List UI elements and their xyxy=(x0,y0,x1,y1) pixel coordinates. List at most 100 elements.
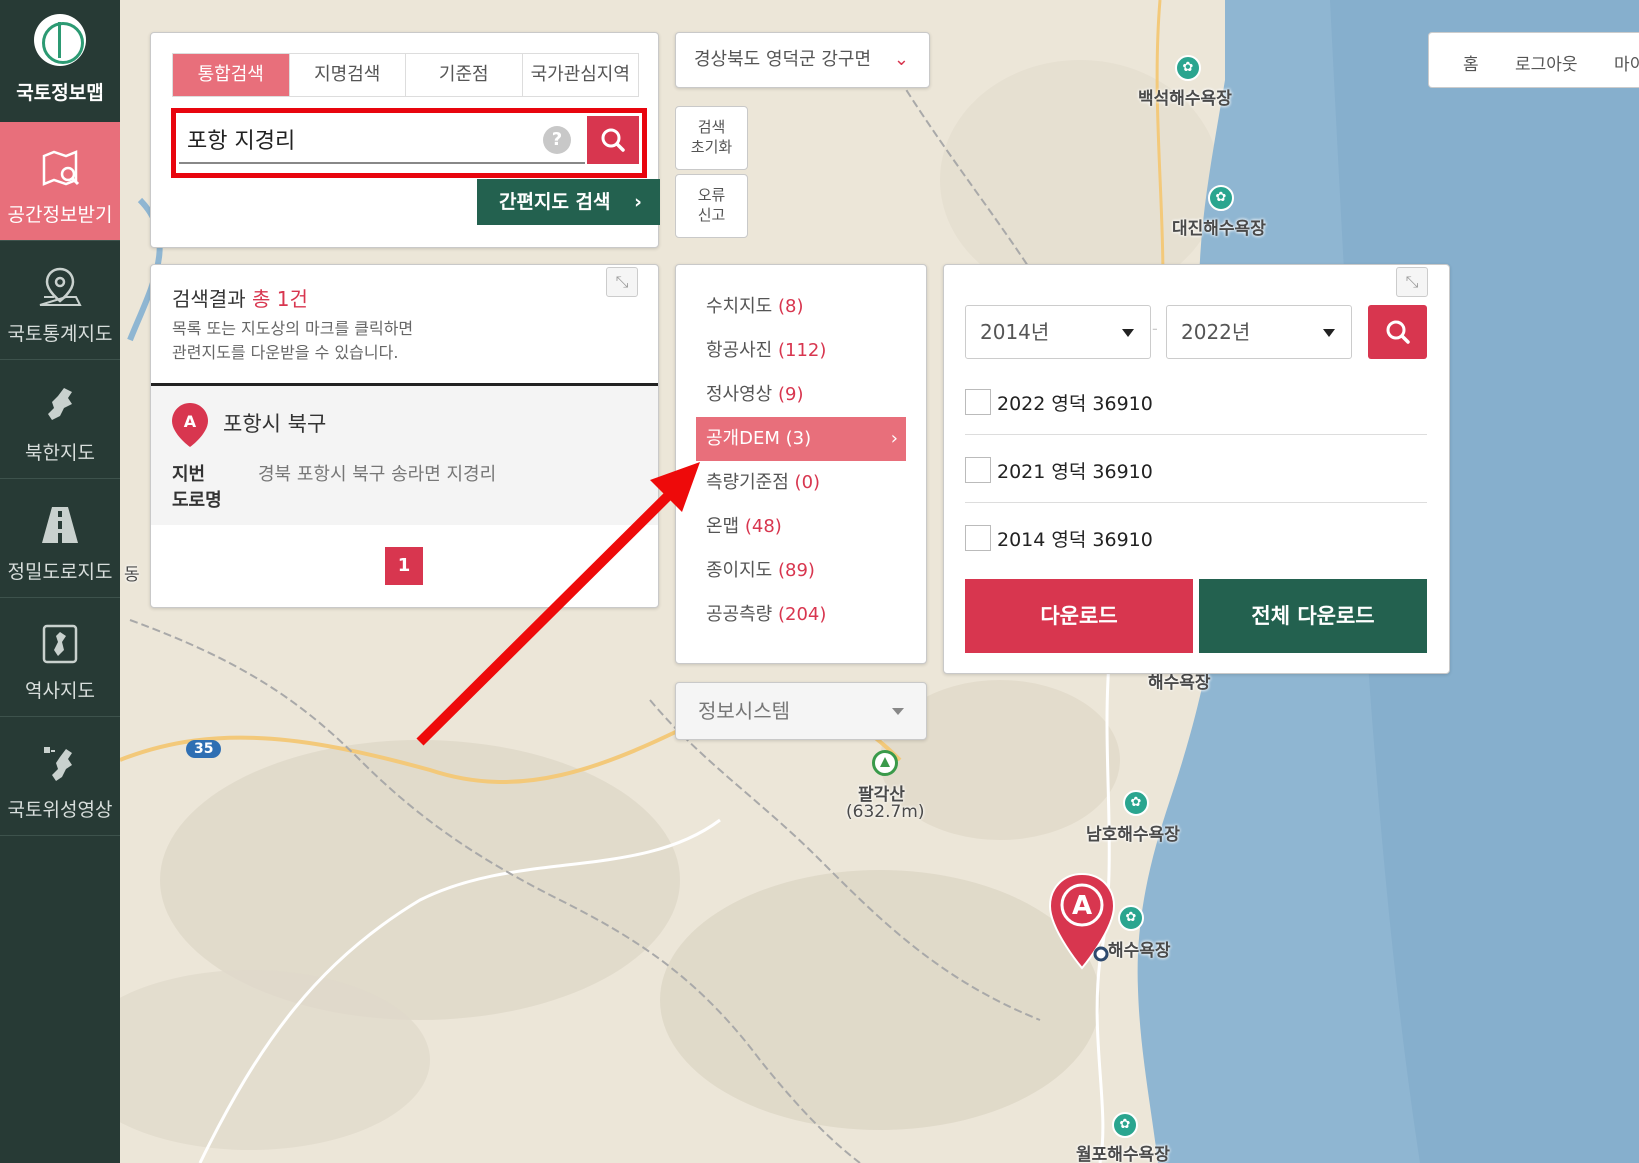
map-label-daejin: 대진해수욕장 xyxy=(1172,219,1266,239)
year-from-value: 2014년 xyxy=(980,320,1050,344)
map-label-baekseok: 백석해수욕장 xyxy=(1138,89,1232,109)
category-digital-map[interactable]: 수치지도 (8) xyxy=(696,285,906,329)
year-range-separator: - xyxy=(1152,319,1158,338)
road-name-label: 도로명 xyxy=(172,490,222,511)
satellite-image-icon xyxy=(38,743,82,783)
tab-integrated-search[interactable]: 통합검색 xyxy=(173,54,290,96)
download-item[interactable]: 2021 영덕 36910 xyxy=(965,435,1427,503)
sidebar-item-satellite-image[interactable]: 국토위성영상 xyxy=(0,717,120,836)
region-select[interactable]: 경상북도 영덕군 강구면 ⌄ xyxy=(675,32,930,88)
beach-icon: ✿ xyxy=(1118,905,1144,931)
category-public-survey[interactable]: 공공측량 (204) xyxy=(696,593,906,637)
chevron-right-icon: › xyxy=(890,428,898,449)
category-onmap[interactable]: 온맵 (48) xyxy=(696,505,906,549)
download-item[interactable]: 2022 영덕 36910 xyxy=(965,367,1427,435)
mountain-icon xyxy=(872,750,898,776)
results-title: 검색결과 총 1건 xyxy=(172,283,308,312)
chevron-right-icon: › xyxy=(634,191,642,213)
download-button[interactable]: 다운로드 xyxy=(965,579,1193,653)
tab-control-point[interactable]: 기준점 xyxy=(406,54,523,96)
sidebar-item-spatial-download[interactable]: 공간정보받기 xyxy=(0,122,120,241)
quick-map-search-button[interactable]: 간편지도 검색 › xyxy=(477,179,660,225)
sidebar-item-label: 국토통계지도 xyxy=(7,323,113,345)
caret-down-icon xyxy=(1323,329,1335,337)
map-label-palgaksan-height: (632.7m) xyxy=(846,802,925,822)
beach-icon: ✿ xyxy=(1123,790,1149,816)
history-map-icon xyxy=(38,624,82,664)
caret-down-icon xyxy=(1122,329,1134,337)
north-korea-map-icon xyxy=(38,386,82,426)
search-reset-button[interactable]: 검색 초기화 xyxy=(675,106,748,170)
download-item-checkbox[interactable] xyxy=(965,457,991,483)
map-search-icon xyxy=(38,148,82,188)
search-tabs: 통합검색 지명검색 기준점 국가관심지역 xyxy=(172,53,639,97)
sidebar-item-label: 공간정보받기 xyxy=(7,204,113,226)
tab-place-name-search[interactable]: 지명검색 xyxy=(290,54,406,96)
nav-logout-link[interactable]: 로그아웃 xyxy=(1515,50,1578,75)
download-all-button[interactable]: 전체 다운로드 xyxy=(1199,579,1427,653)
results-desc-line2: 관련지도를 다운받을 수 있습니다. xyxy=(172,343,399,362)
sidebar-item-label: 정밀도로지도 xyxy=(7,561,113,583)
search-reset-label-line2: 초기화 xyxy=(690,138,733,156)
expand-icon[interactable]: ⤡ xyxy=(1396,267,1428,297)
jibun-value: 경북 포항시 북구 송라면 지경리 xyxy=(258,464,497,485)
sidebar-item-north-korea-map[interactable]: 북한지도 xyxy=(0,360,120,479)
year-search-button[interactable] xyxy=(1368,305,1427,359)
download-item-label: 2014 영덕 36910 xyxy=(997,529,1153,551)
tab-national-interest-area[interactable]: 국가관심지역 xyxy=(523,54,639,96)
map-label-namho: 남호해수욕장 xyxy=(1086,825,1180,845)
jibun-label: 지번 xyxy=(172,464,206,485)
download-item-label: 2021 영덕 36910 xyxy=(997,461,1153,483)
download-item-checkbox[interactable] xyxy=(965,389,991,415)
info-system-label: 정보시스템 xyxy=(698,699,790,723)
route-number-badge: 35 xyxy=(186,740,222,758)
search-input[interactable] xyxy=(179,116,585,164)
nav-mypage-link[interactable]: 마이 xyxy=(1614,50,1639,75)
year-to-select[interactable]: 2022년 xyxy=(1166,305,1352,359)
beach-icon: ✿ xyxy=(1175,55,1201,81)
chevron-down-icon: ⌄ xyxy=(893,49,909,70)
sidebar-item-statistics-map[interactable]: 국토통계지도 xyxy=(0,241,120,360)
region-select-value: 경상북도 영덕군 강구면 xyxy=(694,49,872,70)
results-description: 목록 또는 지도상의 마크를 클릭하면 관련지도를 다운받을 수 있습니다. xyxy=(172,317,413,365)
road-icon xyxy=(38,505,82,545)
category-panel: 수치지도 (8) 항공사진 (112) 정사영상 (9) 공개DEM (3) › … xyxy=(675,264,927,664)
category-aerial-photo[interactable]: 항공사진 (112) xyxy=(696,329,906,373)
search-reset-label-line1: 검색 xyxy=(697,118,726,136)
search-icon xyxy=(601,128,625,152)
location-pin-icon xyxy=(38,267,82,307)
site-logo[interactable]: 국토정보맵 xyxy=(0,0,120,122)
info-system-select[interactable]: 정보시스템 xyxy=(675,682,927,740)
download-item-checkbox[interactable] xyxy=(965,525,991,551)
map-label-wolpo: 월포해수욕장 xyxy=(1076,1145,1170,1163)
sidebar-item-precise-road-map[interactable]: 정밀도로지도 xyxy=(0,479,120,598)
results-title-prefix: 검색결과 xyxy=(172,287,246,311)
sidebar-item-label: 국토위성영상 xyxy=(7,799,113,821)
sidebar-item-label: 북한지도 xyxy=(25,442,95,464)
category-paper-map[interactable]: 종이지도 (89) xyxy=(696,549,906,593)
year-from-select[interactable]: 2014년 xyxy=(965,305,1151,359)
year-to-value: 2022년 xyxy=(1181,320,1251,344)
pagination-page-1[interactable]: 1 xyxy=(385,547,423,585)
sidebar: 국토정보맵 공간정보받기 국토통계지도 북한지도 정밀도로지도 역사지도 국토위… xyxy=(0,0,120,1163)
sidebar-item-history-map[interactable]: 역사지도 xyxy=(0,598,120,717)
category-survey-point[interactable]: 측량기준점 (0) xyxy=(696,461,906,505)
nav-home-link[interactable]: 홈 xyxy=(1463,50,1479,75)
search-button[interactable] xyxy=(587,116,639,164)
help-icon[interactable]: ? xyxy=(543,126,571,154)
site-title: 국토정보맵 xyxy=(16,82,104,104)
category-public-dem[interactable]: 공개DEM (3) › xyxy=(696,417,906,461)
download-item[interactable]: 2014 영덕 36910 xyxy=(965,503,1427,571)
download-panel: ⤡ 2014년 - 2022년 2022 영덕 36910 2021 영덕 36… xyxy=(943,264,1450,674)
category-ortho-image[interactable]: 정사영상 (9) xyxy=(696,373,906,417)
map-label-partial-dong: 동 xyxy=(124,565,140,585)
download-item-label: 2022 영덕 36910 xyxy=(997,393,1153,415)
error-report-label-line2: 신고 xyxy=(697,206,726,224)
expand-icon[interactable]: ⤡ xyxy=(606,267,638,297)
map-marker-a[interactable]: A xyxy=(1048,872,1116,970)
quick-map-search-label: 간편지도 검색 xyxy=(499,191,611,213)
result-list-item[interactable]: A 포항시 북구 지번 경북 포항시 북구 송라면 지경리 도로명 xyxy=(151,383,658,525)
error-report-button[interactable]: 오류 신고 xyxy=(675,174,748,238)
beach-icon: ✿ xyxy=(1208,185,1234,211)
search-icon xyxy=(1386,320,1410,344)
